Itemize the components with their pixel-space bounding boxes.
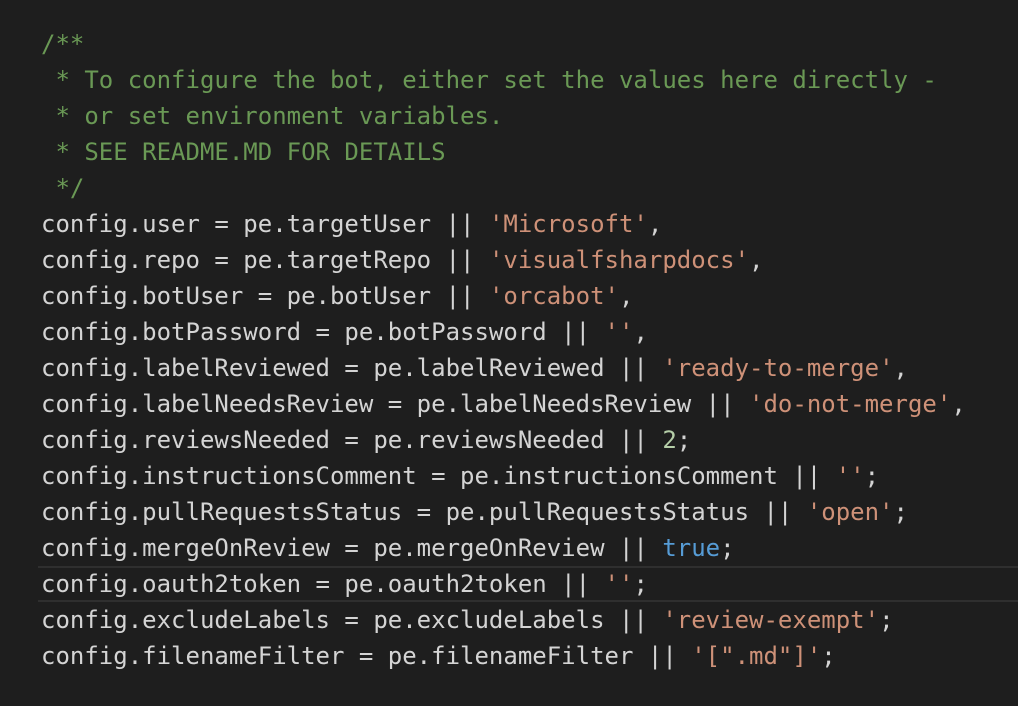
plain-token: , <box>633 318 648 346</box>
string-token: '' <box>604 318 634 346</box>
code-line[interactable]: config.botUser = pe.botUser || 'orcabot'… <box>41 278 1018 314</box>
code-line[interactable]: config.user = pe.targetUser || 'Microsof… <box>41 206 1018 242</box>
code-line[interactable]: * or set environment variables. <box>41 98 1018 134</box>
plain-token: config.botUser = pe.botUser || <box>41 282 489 310</box>
keyword-token: true <box>662 534 721 562</box>
plain-token: config.user = pe.targetUser || <box>41 210 489 238</box>
code-lines[interactable]: /** * To configure the bot, either set t… <box>38 26 1018 674</box>
code-line[interactable]: config.botPassword = pe.botPassword || '… <box>41 314 1018 350</box>
string-token: 'orcabot' <box>488 282 619 310</box>
plain-token: , <box>647 210 663 238</box>
code-line[interactable]: config.instructionsComment = pe.instruct… <box>41 458 1018 494</box>
plain-token: ; <box>879 606 894 634</box>
string-token: 'review-exempt' <box>662 606 880 634</box>
plain-token: ; <box>720 534 735 562</box>
plain-token: config.repo = pe.targetRepo || <box>41 246 489 274</box>
code-line[interactable]: /** <box>41 26 1018 62</box>
plain-token: config.mergeOnReview = pe.mergeOnReview … <box>41 534 663 562</box>
comment-token: * To configure the bot, either set the v… <box>41 66 937 94</box>
code-line[interactable]: config.mergeOnReview = pe.mergeOnReview … <box>41 530 1018 566</box>
code-line[interactable]: config.excludeLabels = pe.excludeLabels … <box>41 602 1018 638</box>
plain-token: ; <box>864 462 880 490</box>
plain-token: config.instructionsComment = pe.instruct… <box>41 462 836 490</box>
plain-token: config.excludeLabels = pe.excludeLabels … <box>41 606 663 634</box>
string-token: '[".md"]' <box>691 642 822 670</box>
plain-token: config.botPassword = pe.botPassword || <box>41 318 605 346</box>
string-token: 'Microsoft' <box>488 210 648 238</box>
code-line[interactable]: config.pullRequestsStatus = pe.pullReque… <box>41 494 1018 530</box>
code-line[interactable]: config.repo = pe.targetRepo || 'visualfs… <box>41 242 1018 278</box>
code-line[interactable]: * SEE README.MD FOR DETAILS <box>41 134 1018 170</box>
string-token: 'visualfsharpdocs' <box>488 246 750 274</box>
string-token: 'ready-to-merge' <box>662 354 894 382</box>
plain-token: config.reviewsNeeded = pe.reviewsNeeded … <box>41 426 663 454</box>
plain-token: config.filenameFilter = pe.filenameFilte… <box>41 642 692 670</box>
plain-token: ; <box>821 642 836 670</box>
comment-token: /** <box>41 30 85 58</box>
plain-token: config.labelNeedsReview = pe.labelNeedsR… <box>41 390 750 418</box>
comment-token: * SEE README.MD FOR DETAILS <box>41 138 446 166</box>
plain-token: config.labelReviewed = pe.labelReviewed … <box>41 354 663 382</box>
plain-token: ; <box>676 426 692 454</box>
plain-token: ; <box>893 498 908 526</box>
code-line[interactable]: config.filenameFilter = pe.filenameFilte… <box>41 638 1018 674</box>
plain-token: , <box>951 390 966 418</box>
string-token: '' <box>835 462 865 490</box>
number-token: 2 <box>662 426 677 454</box>
plain-token: , <box>893 354 908 382</box>
code-line[interactable]: */ <box>41 170 1018 206</box>
code-line[interactable]: config.reviewsNeeded = pe.reviewsNeeded … <box>41 422 1018 458</box>
plain-token: config.pullRequestsStatus = pe.pullReque… <box>41 498 807 526</box>
string-token: '' <box>604 570 634 598</box>
string-token: 'open' <box>806 498 894 526</box>
string-token: 'do-not-merge' <box>749 390 952 418</box>
code-editor[interactable]: /** * To configure the bot, either set t… <box>0 0 1018 706</box>
comment-token: */ <box>41 174 85 202</box>
code-line[interactable]: config.labelNeedsReview = pe.labelNeedsR… <box>41 386 1018 422</box>
plain-token: ; <box>633 570 648 598</box>
code-line[interactable]: config.labelReviewed = pe.labelReviewed … <box>41 350 1018 386</box>
plain-token: , <box>618 282 634 310</box>
plain-token: , <box>749 246 764 274</box>
comment-token: * or set environment variables. <box>41 102 504 130</box>
plain-token: config.oauth2token = pe.oauth2token || <box>41 570 605 598</box>
current-code-line[interactable]: config.oauth2token = pe.oauth2token || '… <box>38 566 1018 602</box>
code-line[interactable]: * To configure the bot, either set the v… <box>41 62 1018 98</box>
